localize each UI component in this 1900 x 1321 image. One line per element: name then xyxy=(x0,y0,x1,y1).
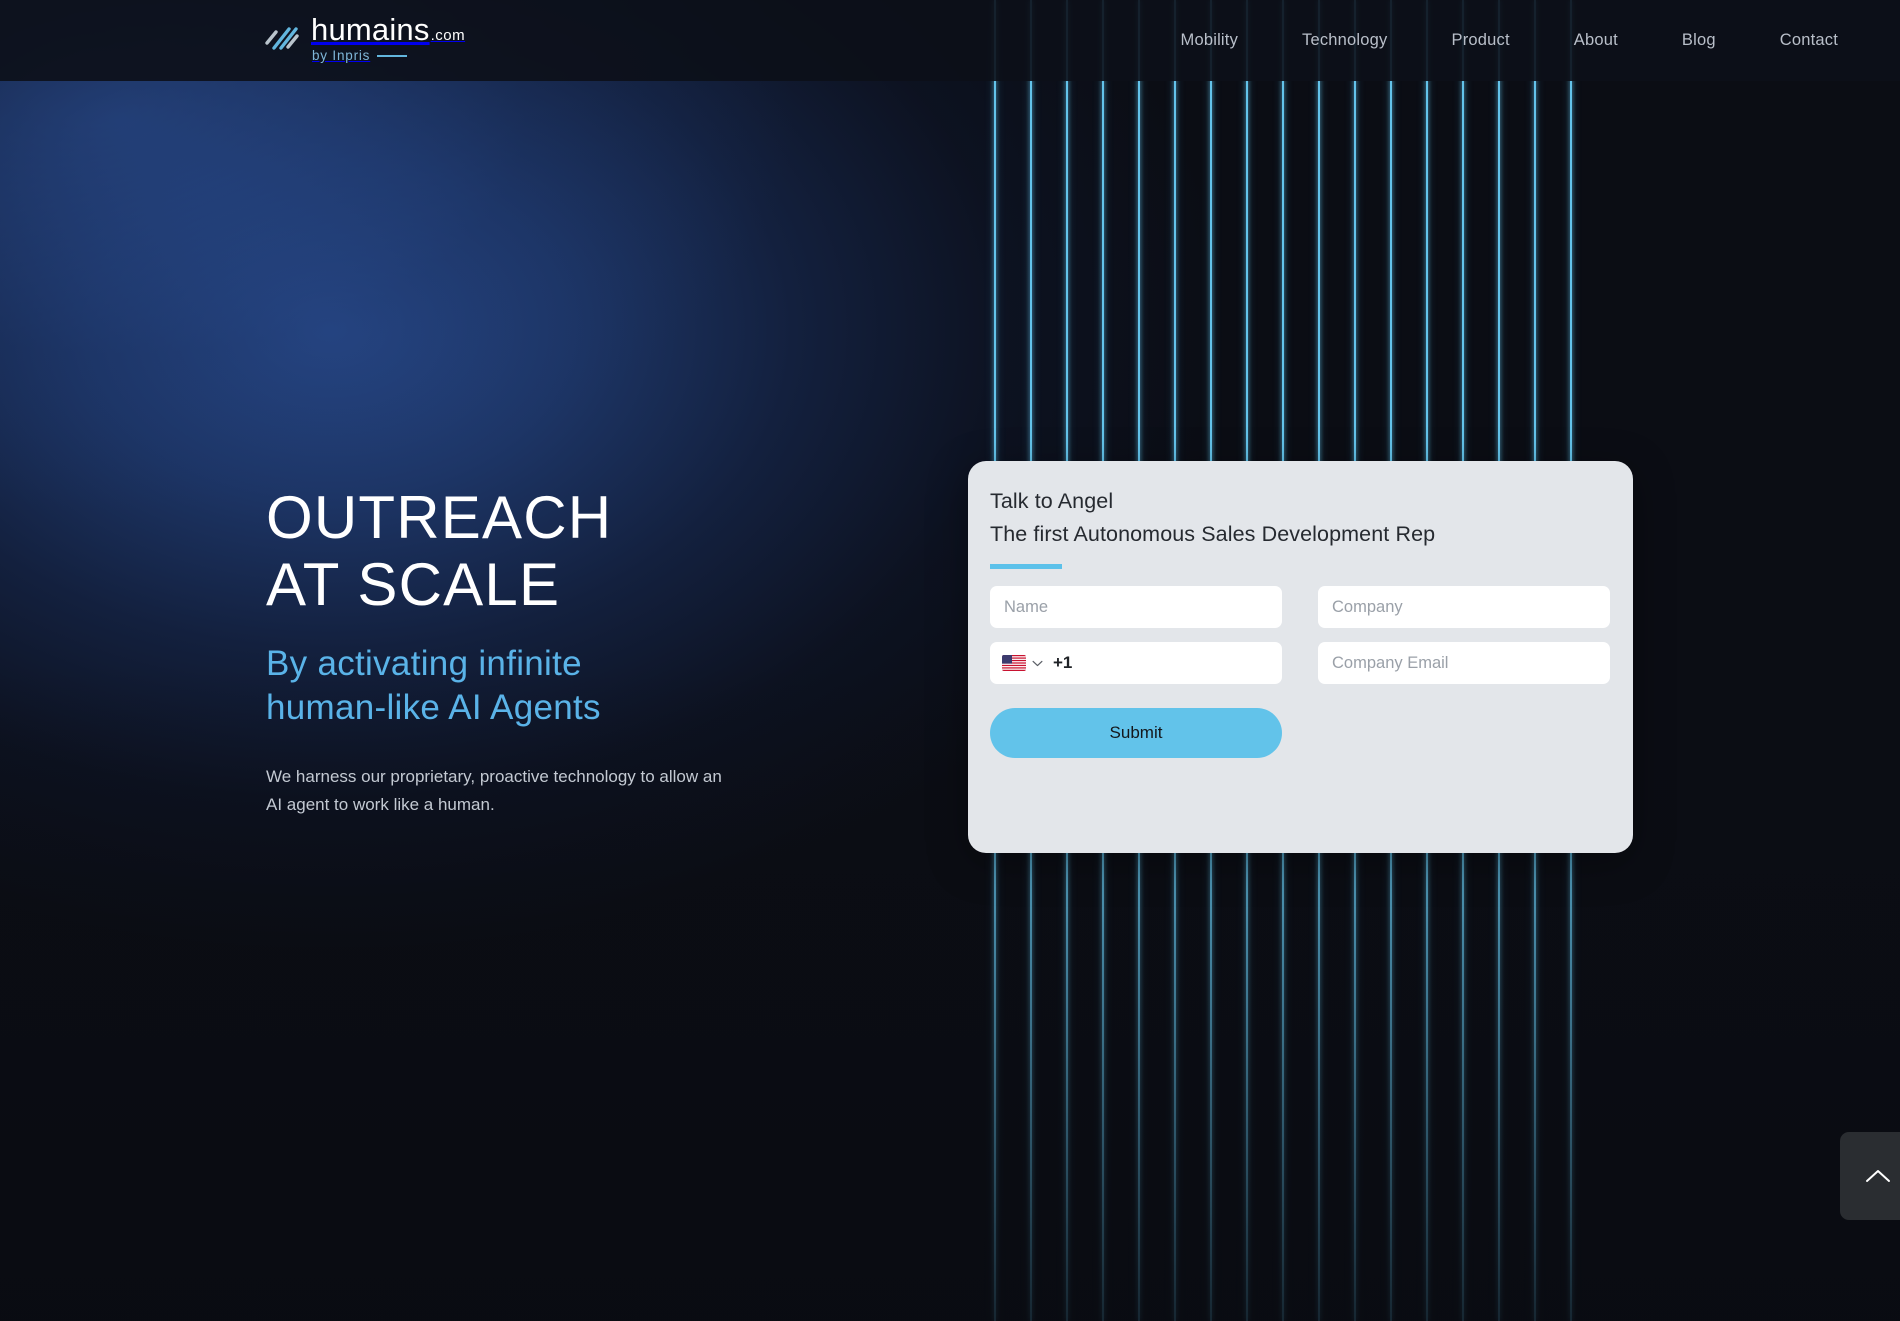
nav-item-mobility[interactable]: Mobility xyxy=(1149,31,1271,50)
phone-dial-code: +1 xyxy=(1053,653,1073,672)
hero-headline: OUTREACH AT SCALE xyxy=(266,484,613,618)
chevron-up-icon xyxy=(1866,1170,1890,1182)
hero-subheadline: By activating infinite human-like AI Age… xyxy=(266,644,601,727)
page-root: humains .com by Inpris Mobility Technolog… xyxy=(0,0,1900,1321)
company-input[interactable] xyxy=(1318,586,1610,628)
form-row-1 xyxy=(990,586,1611,628)
logo-brand-name: humains xyxy=(311,12,430,47)
main-navigation: Mobility Technology Product About Blog Contac… xyxy=(1149,0,1839,81)
nav-item-contact[interactable]: Contact xyxy=(1748,31,1838,50)
form-title: Talk to Angel xyxy=(990,489,1114,513)
hero-section: OUTREACH AT SCALE By activating infinite… xyxy=(266,484,886,818)
form-accent-rule xyxy=(990,564,1062,569)
name-input[interactable] xyxy=(990,586,1282,628)
nav-item-product[interactable]: Product xyxy=(1420,31,1542,50)
company-email-input[interactable] xyxy=(1318,642,1610,684)
logo-link[interactable]: humains .com by Inpris xyxy=(262,14,465,63)
lead-capture-form: +1 Submit xyxy=(990,586,1611,758)
logo-accent-rule xyxy=(377,54,408,57)
site-header: humains .com by Inpris Mobility Technolog… xyxy=(0,0,1900,81)
nav-item-technology[interactable]: Technology xyxy=(1270,31,1419,50)
logo-tagline: by Inpris xyxy=(312,48,371,63)
form-subtitle: The first Autonomous Sales Development R… xyxy=(990,522,1436,546)
phone-input-group[interactable]: +1 xyxy=(990,642,1282,684)
submit-button[interactable]: Submit xyxy=(990,708,1282,758)
diagonal-stripes-logo-icon xyxy=(265,27,299,50)
contact-form-card: Talk to Angel The first Autonomous Sales… xyxy=(968,461,1633,853)
chevron-down-icon[interactable] xyxy=(1032,660,1043,667)
nav-item-about[interactable]: About xyxy=(1542,31,1650,50)
logo-tld: .com xyxy=(430,27,466,44)
us-flag-icon xyxy=(1002,655,1026,671)
nav-item-blog[interactable]: Blog xyxy=(1650,31,1748,50)
form-row-2: +1 xyxy=(990,642,1611,684)
hero-body-text: We harness our proprietary, proactive te… xyxy=(266,766,722,814)
scroll-to-top-button[interactable] xyxy=(1840,1132,1900,1220)
